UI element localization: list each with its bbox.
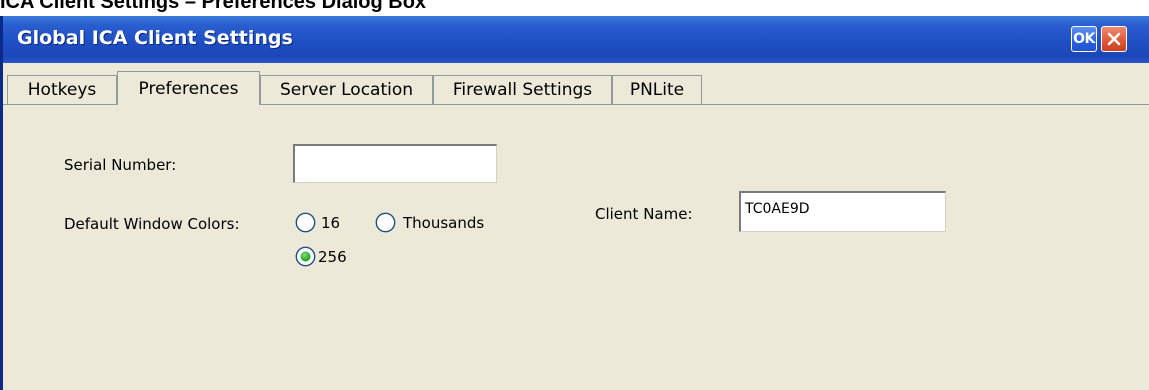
radio-thousands[interactable]: [375, 212, 396, 233]
radio-256[interactable]: [295, 246, 316, 267]
radio-thousands-label[interactable]: Thousands: [403, 214, 484, 232]
window-title: Global ICA Client Settings: [17, 27, 293, 49]
radio-unchecked-icon: [375, 212, 396, 233]
radio-16-label[interactable]: 16: [321, 214, 340, 232]
tab-pnlite[interactable]: PNLite: [612, 75, 702, 104]
tab-firewall-settings[interactable]: Firewall Settings: [433, 75, 612, 104]
client-name-field[interactable]: TC0AE9D: [739, 191, 946, 232]
radio-checked-icon: [295, 246, 316, 267]
dialog-window: Global ICA Client Settings OK Hotkeys Pr…: [0, 16, 1149, 390]
tab-hotkeys[interactable]: Hotkeys: [7, 75, 117, 104]
radio-256-label[interactable]: 256: [318, 248, 347, 266]
window-colors-label: Default Window Colors:: [64, 215, 240, 233]
client-name-label: Client Name:: [595, 205, 693, 223]
ok-button[interactable]: OK: [1071, 26, 1097, 52]
close-button[interactable]: [1101, 26, 1127, 52]
client-name-value: TC0AE9D: [745, 201, 810, 217]
tab-server-location[interactable]: Server Location: [260, 75, 433, 104]
tab-preferences[interactable]: Preferences: [117, 71, 260, 105]
title-bar[interactable]: Global ICA Client Settings OK: [3, 16, 1149, 63]
tab-strip: Hotkeys Preferences Server Location Fire…: [7, 71, 1149, 105]
radio-unchecked-icon: [295, 212, 316, 233]
document-caption: ICA Client Settings – Preferences Dialog…: [0, 0, 427, 13]
radio-16[interactable]: [295, 212, 316, 233]
close-icon: [1107, 32, 1121, 46]
serial-number-label: Serial Number:: [64, 156, 177, 174]
serial-number-field[interactable]: [293, 144, 497, 183]
